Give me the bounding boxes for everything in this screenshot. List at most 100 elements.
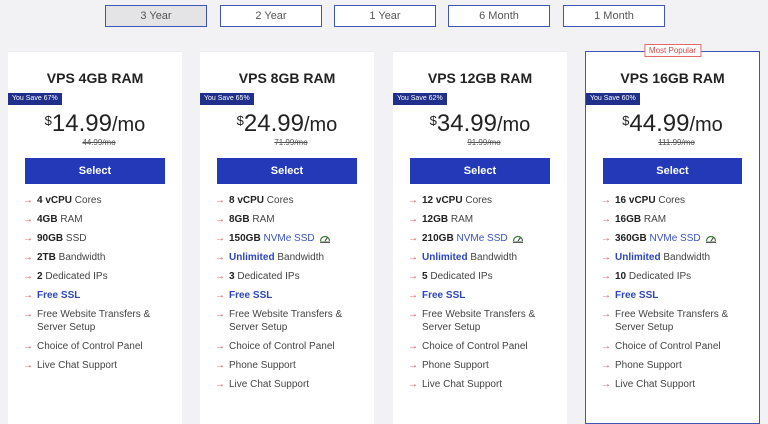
feature-item: → 12GB RAM xyxy=(408,213,559,226)
arrow-right-icon: → xyxy=(215,252,225,263)
feature-text: Phone Support xyxy=(422,360,489,371)
feature-text: Choice of Control Panel xyxy=(422,341,528,352)
speed-gauge-icon xyxy=(319,235,330,243)
feature-item: → 8 vCPU Cores xyxy=(215,194,366,207)
feature-item: → 4GB RAM xyxy=(23,213,174,226)
feature-text: Cores xyxy=(462,195,493,206)
feature-link[interactable]: Unlimited xyxy=(615,252,661,263)
tab-1-year[interactable]: 1 Year xyxy=(334,5,436,27)
price-period: /mo xyxy=(496,114,531,136)
arrow-right-icon: → xyxy=(23,195,33,206)
feature-value: 2TB xyxy=(37,252,56,263)
feature-value: 210GB xyxy=(422,233,454,244)
feature-item: → Phone Support xyxy=(215,359,366,372)
arrow-right-icon: → xyxy=(215,360,225,371)
plan-card: VPS 4GB RAM You Save 67% $14.99/mo 44.99/mo… xyxy=(8,51,182,424)
select-plan-button[interactable]: Select xyxy=(603,158,742,184)
feature-link[interactable]: Free SSL xyxy=(422,290,465,301)
feature-item: → 10 Dedicated IPs xyxy=(601,270,751,283)
feature-text: Free Website Transfers & Server Setup xyxy=(615,309,729,333)
arrow-right-icon: → xyxy=(601,214,611,225)
original-price: 44.99/mo xyxy=(82,138,116,147)
arrow-right-icon: → xyxy=(408,252,418,263)
arrow-right-icon: → xyxy=(601,252,611,263)
feature-item: → 90GB SSD xyxy=(23,232,174,245)
feature-item: → 3 Dedicated IPs xyxy=(215,270,366,283)
feature-item: → 4 vCPU Cores xyxy=(23,194,174,207)
arrow-right-icon: → xyxy=(23,360,33,371)
feature-list: → 4 vCPU Cores → 4GB RAM → 90GB SSD → 2TB Bandw… xyxy=(23,194,174,378)
feature-text: Phone Support xyxy=(615,360,682,371)
feature-text: Bandwidth xyxy=(55,252,106,263)
arrow-right-icon: → xyxy=(408,341,418,352)
feature-text: Free Website Transfers & Server Setup xyxy=(37,309,151,333)
feature-item: → Free SSL xyxy=(215,289,366,302)
feature-item: → 2TB Bandwidth xyxy=(23,251,174,264)
feature-link[interactable]: Unlimited xyxy=(229,252,275,263)
feature-text: RAM xyxy=(641,214,667,225)
select-plan-button[interactable]: Select xyxy=(217,158,357,184)
arrow-right-icon: → xyxy=(601,360,611,371)
feature-link[interactable]: NVMe SSD xyxy=(454,233,507,244)
select-plan-button[interactable]: Select xyxy=(25,158,165,184)
plan-title: VPS 8GB RAM xyxy=(238,70,336,86)
arrow-right-icon: → xyxy=(408,233,418,244)
feature-link[interactable]: Free SSL xyxy=(615,290,658,301)
savings-badge: You Save 65% xyxy=(200,93,254,105)
feature-item: → Choice of Control Panel xyxy=(408,340,559,353)
feature-text: Live Chat Support xyxy=(229,379,310,390)
feature-item: → 2 Dedicated IPs xyxy=(23,270,174,283)
feature-text: Phone Support xyxy=(229,360,296,371)
feature-text: Free Website Transfers & Server Setup xyxy=(422,309,536,333)
select-plan-button[interactable]: Select xyxy=(410,158,550,184)
feature-list: → 16 vCPU Cores → 16GB RAM → 360GB NVMe SSD → U… xyxy=(601,194,751,397)
feature-link[interactable]: Free SSL xyxy=(229,290,272,301)
tab-2-year[interactable]: 2 Year xyxy=(220,5,322,27)
feature-link[interactable]: Free SSL xyxy=(37,290,80,301)
feature-value: 4GB xyxy=(37,214,58,225)
arrow-right-icon: → xyxy=(215,233,225,244)
feature-item: → Free Website Transfers & Server Setup xyxy=(215,308,366,334)
feature-value: 16GB xyxy=(615,214,642,225)
feature-text: Free Website Transfers & Server Setup xyxy=(229,309,343,333)
feature-link[interactable]: NVMe SSD xyxy=(261,233,314,244)
feature-value: 90GB xyxy=(37,233,64,244)
plan-price: $44.99/mo xyxy=(586,110,759,138)
arrow-right-icon: → xyxy=(215,271,225,282)
feature-link[interactable]: Unlimited xyxy=(422,252,468,263)
feature-text: RAM xyxy=(57,214,83,225)
arrow-right-icon: → xyxy=(601,271,611,282)
price-amount: 24.99 xyxy=(243,110,304,137)
feature-value: 12 vCPU xyxy=(422,195,463,206)
arrow-right-icon: → xyxy=(23,252,33,263)
price-amount: 44.99 xyxy=(629,110,690,137)
tab-1-month[interactable]: 1 Month xyxy=(563,5,665,27)
arrow-right-icon: → xyxy=(215,290,225,301)
feature-text: SSD xyxy=(63,233,87,244)
billing-term-tabs: 3 Year 2 Year 1 Year 6 Month 1 Month xyxy=(0,5,768,27)
feature-text: Live Chat Support xyxy=(37,360,118,371)
arrow-right-icon: → xyxy=(23,271,33,282)
feature-text: RAM xyxy=(249,214,275,225)
arrow-right-icon: → xyxy=(408,360,418,371)
feature-list: → 12 vCPU Cores → 12GB RAM → 210GB NVMe SSD → U… xyxy=(408,194,559,397)
feature-text: Bandwidth xyxy=(660,252,711,263)
original-price: 91.99/mo xyxy=(467,138,501,147)
feature-link[interactable]: NVMe SSD xyxy=(647,233,700,244)
savings-badge: You Save 67% xyxy=(8,93,62,105)
feature-item: → 12 vCPU Cores xyxy=(408,194,559,207)
tab-3-year[interactable]: 3 Year xyxy=(105,5,207,27)
currency-symbol: $ xyxy=(236,113,244,128)
feature-item: → 360GB NVMe SSD xyxy=(601,232,751,245)
feature-item: → 16 vCPU Cores xyxy=(601,194,751,207)
plan-title: VPS 4GB RAM xyxy=(46,70,144,86)
speed-gauge-icon xyxy=(705,235,716,243)
feature-item: → Unlimited Bandwidth xyxy=(215,251,366,264)
savings-badge: You Save 60% xyxy=(586,93,640,105)
arrow-right-icon: → xyxy=(215,379,225,390)
tab-6-month[interactable]: 6 Month xyxy=(448,5,550,27)
most-popular-badge: Most Popular xyxy=(643,44,702,57)
arrow-right-icon: → xyxy=(215,309,225,320)
feature-item: → 5 Dedicated IPs xyxy=(408,270,559,283)
feature-item: → Free SSL xyxy=(23,289,174,302)
